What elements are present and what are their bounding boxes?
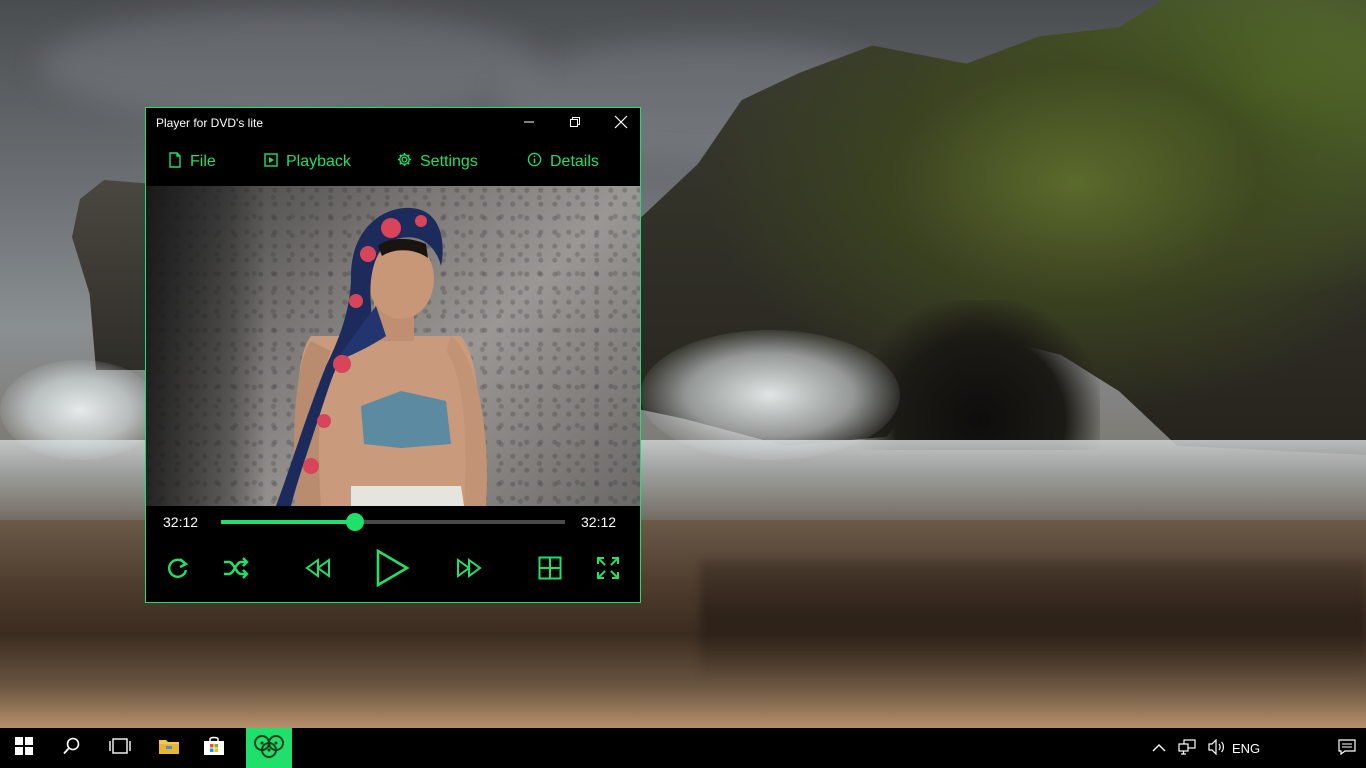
shuffle-button[interactable] bbox=[216, 550, 256, 590]
close-button[interactable] bbox=[598, 108, 644, 138]
close-icon bbox=[614, 115, 628, 132]
title-bar[interactable]: Player for DVD's lite bbox=[146, 108, 640, 138]
sky-cloud bbox=[40, 10, 540, 120]
window-title: Player for DVD's lite bbox=[156, 116, 263, 130]
menu-file-label: File bbox=[190, 153, 216, 170]
start-icon bbox=[15, 736, 33, 760]
wave-spray bbox=[640, 330, 900, 460]
rock-left bbox=[72, 180, 152, 370]
repeat-icon bbox=[165, 555, 191, 586]
cliff-reflection bbox=[700, 560, 1366, 680]
action-center-button[interactable] bbox=[1338, 728, 1356, 768]
seek-bar-fill bbox=[221, 520, 356, 524]
seek-bar-thumb[interactable] bbox=[346, 513, 365, 531]
minimize-icon bbox=[523, 116, 535, 131]
file-explorer-button[interactable] bbox=[145, 728, 193, 768]
volume-icon[interactable] bbox=[1208, 738, 1226, 758]
start-button[interactable] bbox=[0, 728, 48, 768]
file-icon bbox=[168, 151, 182, 173]
wave-spray bbox=[0, 360, 160, 460]
fast-forward-icon bbox=[456, 557, 482, 583]
menu-details-label: Details bbox=[550, 153, 599, 170]
menu-playback-label: Playback bbox=[286, 153, 351, 170]
menu-settings-label: Settings bbox=[420, 153, 478, 170]
chevron-up-icon[interactable] bbox=[1152, 741, 1166, 756]
transport-controls bbox=[146, 538, 640, 602]
seek-row: 32:12 32:12 bbox=[146, 506, 640, 538]
menu-file[interactable]: File bbox=[168, 150, 216, 174]
elapsed-time: 32:12 bbox=[163, 514, 199, 530]
cliff-arch bbox=[860, 300, 1100, 450]
search-button[interactable] bbox=[48, 728, 96, 768]
total-time: 32:12 bbox=[581, 514, 617, 530]
menu-settings[interactable]: Settings bbox=[397, 150, 478, 174]
fullscreen-button[interactable] bbox=[588, 550, 628, 590]
player-app-icon bbox=[253, 733, 285, 764]
video-subject bbox=[276, 207, 487, 506]
shuffle-icon bbox=[222, 556, 250, 584]
minimize-button[interactable] bbox=[506, 108, 552, 138]
player-app-button[interactable] bbox=[246, 728, 292, 768]
menu-bar: File Playback Settings Details bbox=[146, 138, 640, 186]
search-icon bbox=[63, 737, 81, 760]
file-explorer-icon bbox=[158, 737, 180, 760]
store-icon bbox=[203, 736, 225, 761]
system-tray bbox=[1152, 728, 1226, 768]
language-label: ENG bbox=[1232, 740, 1261, 756]
store-button[interactable] bbox=[190, 728, 238, 768]
fullscreen-icon bbox=[596, 556, 620, 585]
restore-icon bbox=[569, 116, 581, 131]
menu-playback[interactable]: Playback bbox=[264, 150, 351, 174]
fast-forward-button[interactable] bbox=[449, 550, 489, 590]
gear-icon bbox=[397, 152, 412, 172]
menu-details[interactable]: Details bbox=[527, 150, 599, 174]
seek-bar[interactable] bbox=[221, 513, 565, 531]
play-button[interactable] bbox=[372, 548, 412, 592]
rewind-button[interactable] bbox=[298, 550, 338, 590]
repeat-button[interactable] bbox=[158, 550, 198, 590]
task-view-button[interactable] bbox=[96, 728, 144, 768]
task-view-icon bbox=[109, 737, 131, 759]
rewind-icon bbox=[305, 557, 331, 583]
info-icon bbox=[527, 152, 542, 172]
language-indicator[interactable]: ENG bbox=[1232, 728, 1260, 768]
video-frame[interactable] bbox=[146, 186, 640, 506]
network-icon[interactable] bbox=[1178, 738, 1196, 758]
grid-icon bbox=[538, 556, 562, 585]
player-window[interactable]: Player for DVD's lite File Playback Sett… bbox=[145, 107, 641, 603]
taskbar: ENG bbox=[0, 728, 1366, 768]
grid-button[interactable] bbox=[530, 550, 570, 590]
playback-icon bbox=[264, 152, 278, 172]
play-icon bbox=[374, 548, 410, 592]
notifications-icon bbox=[1338, 738, 1356, 758]
restore-button[interactable] bbox=[552, 108, 598, 138]
